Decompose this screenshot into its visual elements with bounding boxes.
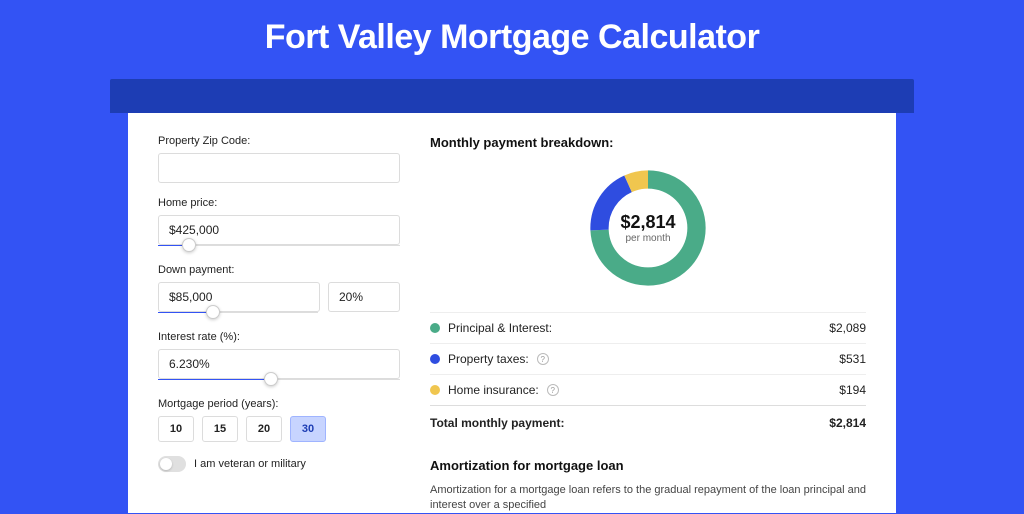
legend-taxes-row: Property taxes: ? $531	[430, 343, 866, 374]
zip-field: Property Zip Code:	[158, 135, 400, 183]
legend-taxes-label: Property taxes:	[448, 352, 529, 366]
legend-insurance-label: Home insurance:	[448, 383, 539, 397]
info-icon[interactable]: ?	[547, 384, 559, 396]
dot-yellow-icon	[430, 385, 440, 395]
header-bar	[110, 79, 914, 113]
down-amount-input[interactable]	[158, 282, 320, 312]
period-30-button[interactable]: 30	[290, 416, 326, 442]
legend-principal-label: Principal & Interest:	[448, 321, 552, 335]
price-field: Home price:	[158, 197, 400, 246]
amort-heading: Amortization for mortgage loan	[430, 458, 866, 473]
veteran-row: I am veteran or military	[158, 456, 400, 472]
price-label: Home price:	[158, 197, 400, 209]
donut-amount: $2,814	[620, 212, 675, 233]
legend-total-row: Total monthly payment: $2,814	[430, 405, 866, 438]
legend-total-value: $2,814	[829, 416, 866, 430]
zip-input[interactable]	[158, 153, 400, 183]
down-slider-thumb[interactable]	[206, 305, 220, 319]
price-slider-thumb[interactable]	[182, 238, 196, 252]
period-20-button[interactable]: 20	[246, 416, 282, 442]
down-percent-input[interactable]	[328, 282, 400, 312]
legend-insurance-value: $194	[839, 383, 866, 397]
amort-text: Amortization for a mortgage loan refers …	[430, 483, 866, 514]
rate-label: Interest rate (%):	[158, 331, 400, 343]
calculator-card: Property Zip Code: Home price: Down paym…	[128, 113, 896, 513]
period-15-button[interactable]: 15	[202, 416, 238, 442]
period-options: 10 15 20 30	[158, 416, 400, 442]
legend-principal-row: Principal & Interest: $2,089	[430, 312, 866, 343]
rate-input[interactable]	[158, 349, 400, 379]
veteran-toggle[interactable]	[158, 456, 186, 472]
rate-slider[interactable]	[158, 379, 400, 380]
down-field: Down payment:	[158, 264, 400, 313]
breakdown-heading: Monthly payment breakdown:	[430, 135, 866, 150]
legend-insurance-row: Home insurance: ? $194	[430, 374, 866, 405]
dot-green-icon	[430, 323, 440, 333]
rate-field: Interest rate (%):	[158, 331, 400, 380]
rate-slider-thumb[interactable]	[264, 372, 278, 386]
price-slider[interactable]	[158, 245, 400, 246]
donut-chart: $2,814 per month	[430, 164, 866, 292]
donut-sub: per month	[625, 233, 670, 244]
legend-principal-value: $2,089	[829, 321, 866, 335]
veteran-label: I am veteran or military	[194, 458, 306, 470]
zip-label: Property Zip Code:	[158, 135, 400, 147]
legend-taxes-value: $531	[839, 352, 866, 366]
inputs-column: Property Zip Code: Home price: Down paym…	[158, 135, 400, 513]
page-title: Fort Valley Mortgage Calculator	[0, 0, 1024, 79]
period-10-button[interactable]: 10	[158, 416, 194, 442]
down-slider[interactable]	[158, 312, 318, 313]
dot-blue-icon	[430, 354, 440, 364]
down-label: Down payment:	[158, 264, 400, 276]
info-icon[interactable]: ?	[537, 353, 549, 365]
period-label: Mortgage period (years):	[158, 398, 400, 410]
breakdown-column: Monthly payment breakdown: $2,814 per mo…	[430, 135, 866, 513]
legend-total-label: Total monthly payment:	[430, 416, 564, 430]
period-field: Mortgage period (years): 10 15 20 30	[158, 398, 400, 442]
